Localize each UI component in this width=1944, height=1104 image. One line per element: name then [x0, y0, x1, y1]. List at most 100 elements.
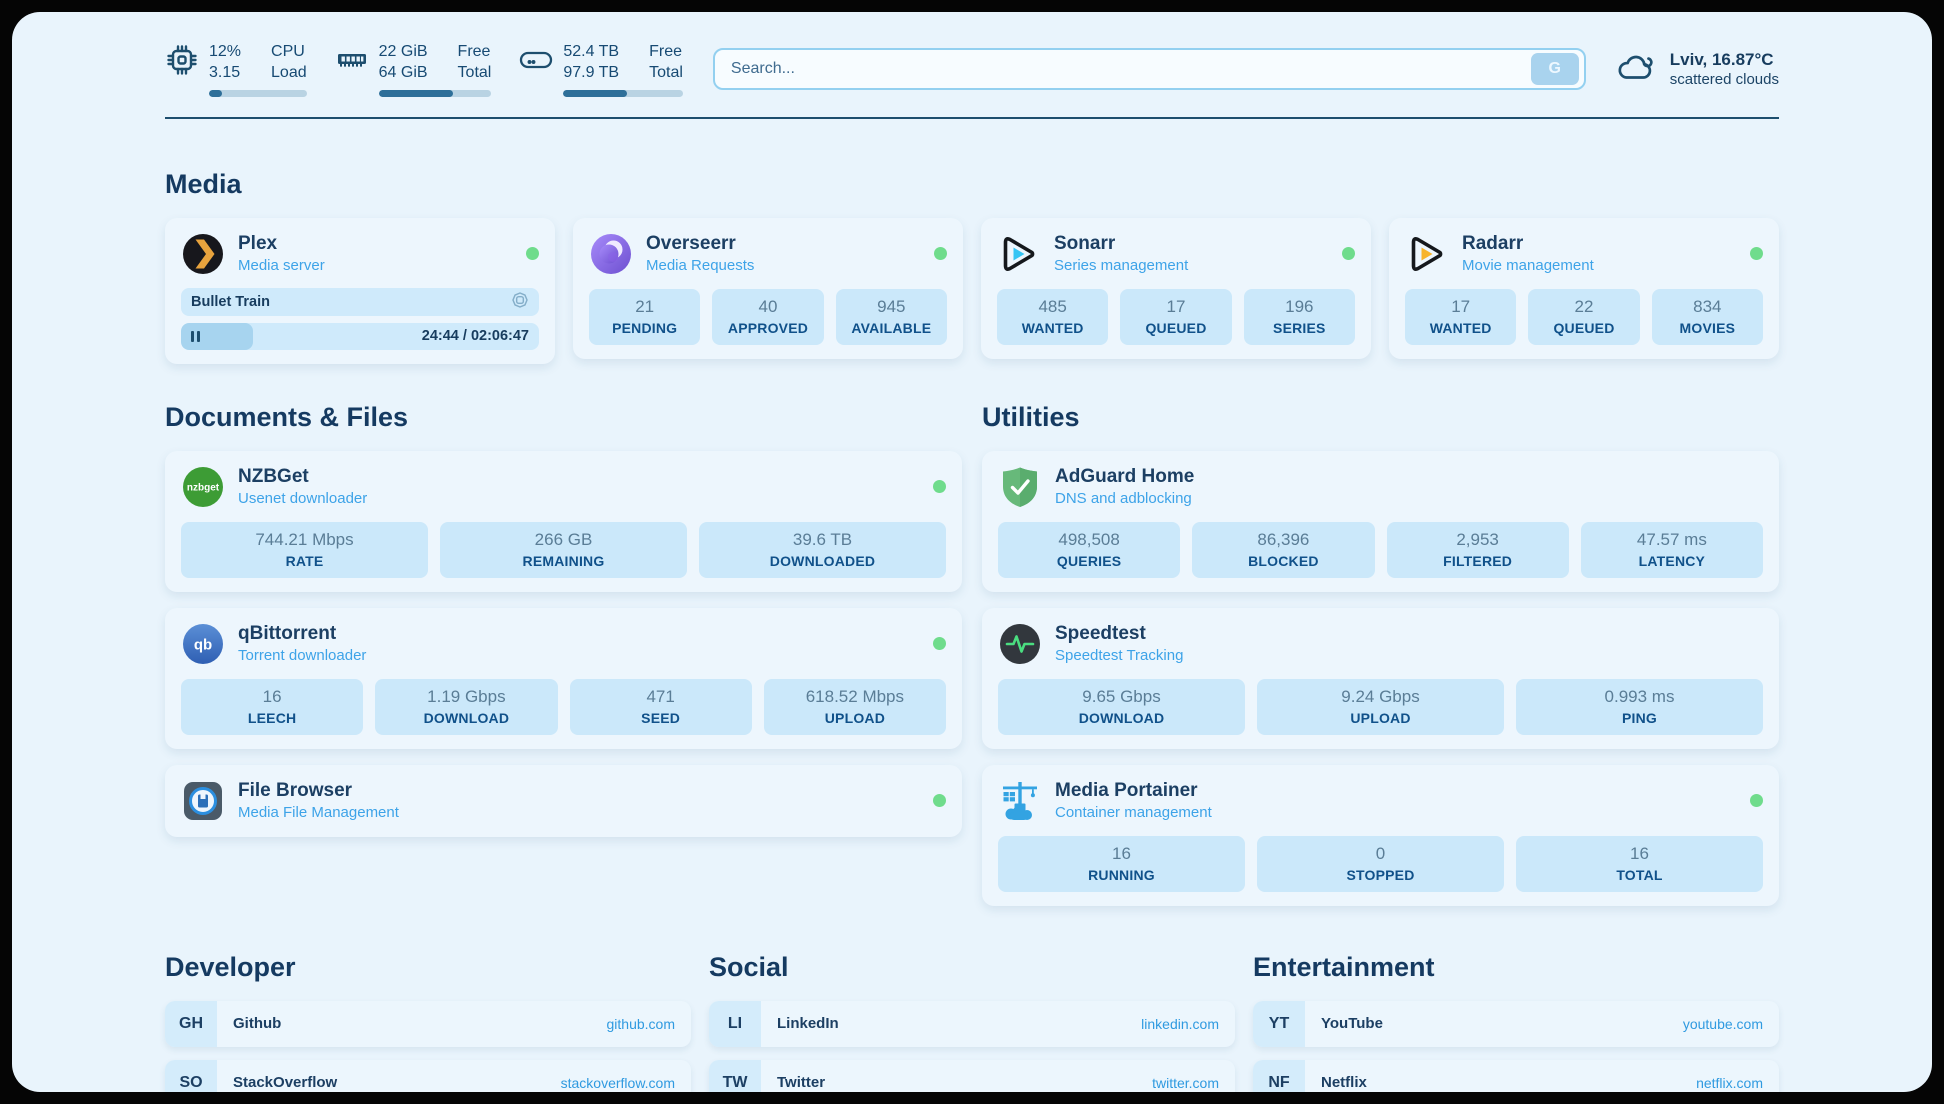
top-bar: 12% 3.15 CPU Load — [165, 42, 1779, 97]
social-links: LI LinkedIn linkedin.com TW Twitter twit… — [709, 1001, 1235, 1092]
nzbget-icon: nzbget — [181, 465, 225, 509]
stat-running-value: 16 — [1002, 844, 1241, 864]
app-card-adguard[interactable]: AdGuard Home DNS and adblocking 498,508 … — [982, 451, 1779, 592]
link-youtube[interactable]: YT YouTube youtube.com — [1253, 1001, 1779, 1047]
svg-text:nzbget: nzbget — [187, 482, 220, 493]
cpu-load-value: 3.15 — [209, 63, 241, 84]
app-card-nzbget[interactable]: nzbget NZBGet Usenet downloader 744.21 M… — [165, 451, 962, 592]
link-netflix[interactable]: NF Netflix netflix.com — [1253, 1060, 1779, 1092]
app-card-overseerr[interactable]: Overseerr Media Requests 21 PENDING 40 A… — [573, 218, 963, 359]
stat-series-label: SERIES — [1248, 320, 1351, 336]
svg-text:qb: qb — [194, 636, 212, 653]
sonarr-titles: Sonarr Series management — [1054, 233, 1329, 274]
stat-total: 16 TOTAL — [1516, 836, 1763, 892]
section-utilities: Utilities AdGuard Home — [982, 402, 1779, 906]
adguard-header: AdGuard Home DNS and adblocking — [998, 465, 1763, 509]
filebrowser-subtitle: Media File Management — [238, 804, 920, 821]
stat-leech-label: LEECH — [185, 710, 359, 726]
youtube-url: youtube.com — [1683, 1016, 1779, 1032]
overseerr-header: Overseerr Media Requests — [589, 232, 947, 276]
cpu-body: 12% 3.15 CPU Load — [209, 42, 307, 97]
stat-series-value: 196 — [1248, 297, 1351, 317]
link-github[interactable]: GH Github github.com — [165, 1001, 691, 1047]
app-card-portainer[interactable]: Media Portainer Container management 16 … — [982, 765, 1779, 906]
ram-free: 22 GiB — [379, 42, 428, 63]
stat-pending-value: 21 — [593, 297, 696, 317]
overseerr-status-dot — [934, 247, 947, 260]
radarr-subtitle: Movie management — [1462, 257, 1737, 274]
section-utilities-title: Utilities — [982, 402, 1779, 433]
section-social: Social LI LinkedIn linkedin.com TW Twitt… — [709, 952, 1235, 1092]
ram-values: 22 GiB 64 GiB — [379, 42, 428, 84]
link-twitter[interactable]: TW Twitter twitter.com — [709, 1060, 1235, 1092]
search-bar[interactable]: G — [713, 48, 1586, 90]
nzbget-status-dot — [933, 480, 946, 493]
weather-location: Lviv, 16.87°C — [1670, 50, 1779, 70]
stat-wanted-value: 17 — [1409, 297, 1512, 317]
portainer-crane-icon — [998, 779, 1042, 823]
sonarr-subtitle: Series management — [1054, 257, 1329, 274]
filebrowser-icon — [181, 779, 225, 823]
portainer-subtitle: Container management — [1055, 804, 1737, 821]
app-card-qbittorrent[interactable]: qb qBittorrent Torrent downloader 16 LEE… — [165, 608, 962, 749]
pause-button[interactable] — [191, 331, 200, 342]
qbittorrent-header: qb qBittorrent Torrent downloader — [181, 622, 946, 666]
dashboard-panel: 12% 3.15 CPU Load — [12, 12, 1932, 1092]
app-card-radarr[interactable]: Radarr Movie management 17 WANTED 22 QUE… — [1389, 218, 1779, 359]
netflix-name: Netflix — [1305, 1074, 1696, 1091]
app-card-plex[interactable]: Plex Media server Bullet Train — [165, 218, 555, 364]
overseerr-title: Overseerr — [646, 233, 921, 255]
stat-ping-value: 0.993 ms — [1520, 687, 1759, 707]
stat-approved-label: APPROVED — [716, 320, 819, 336]
entertainment-links: YT YouTube youtube.com NF Netflix netfli… — [1253, 1001, 1779, 1092]
ram-text: 22 GiB 64 GiB Free Total — [379, 42, 492, 84]
plex-now-playing-title: Bullet Train — [191, 294, 270, 310]
overseerr-stats: 21 PENDING 40 APPROVED 945 AVAILABLE — [589, 289, 947, 345]
stat-rate-label: RATE — [185, 553, 424, 569]
radarr-header: Radarr Movie management — [1405, 232, 1763, 276]
system-resources: 12% 3.15 CPU Load — [165, 42, 683, 97]
stat-latency-label: LATENCY — [1585, 553, 1759, 569]
nzbget-title: NZBGet — [238, 466, 920, 488]
plex-status-dot — [526, 247, 539, 260]
stat-filtered-value: 2,953 — [1391, 530, 1565, 550]
cpu-label-2: Load — [271, 63, 307, 84]
portainer-header: Media Portainer Container management — [998, 779, 1763, 823]
speedtest-stats: 9.65 Gbps DOWNLOAD 9.24 Gbps UPLOAD 0.99… — [998, 679, 1763, 735]
linkedin-name: LinkedIn — [761, 1015, 1141, 1032]
speedtest-pulse-icon — [998, 622, 1042, 666]
qbittorrent-stats: 16 LEECH 1.19 Gbps DOWNLOAD 471 SEED 6 — [181, 679, 946, 735]
disk-body: 52.4 TB 97.9 TB Free Total — [563, 42, 683, 97]
search-engine-button[interactable]: G — [1531, 53, 1579, 85]
ram-label-1: Free — [458, 42, 492, 63]
stat-queries-value: 498,508 — [1002, 530, 1176, 550]
linkedin-badge: LI — [709, 1001, 761, 1047]
ram-label-2: Total — [458, 63, 492, 84]
disk-values: 52.4 TB 97.9 TB — [563, 42, 619, 84]
app-card-sonarr[interactable]: Sonarr Series management 485 WANTED 17 Q… — [981, 218, 1371, 359]
stat-wanted-value: 485 — [1001, 297, 1104, 317]
stat-movies-value: 834 — [1656, 297, 1759, 317]
speedtest-title: Speedtest — [1055, 623, 1763, 645]
section-social-title: Social — [709, 952, 1235, 983]
stat-remaining-value: 266 GB — [444, 530, 683, 550]
stat-wanted-label: WANTED — [1001, 320, 1104, 336]
app-card-filebrowser[interactable]: File Browser Media File Management — [165, 765, 962, 837]
ram-progress-track — [379, 90, 492, 97]
stackoverflow-name: StackOverflow — [217, 1074, 561, 1091]
sonarr-stats: 485 WANTED 17 QUEUED 196 SERIES — [997, 289, 1355, 345]
section-developer-title: Developer — [165, 952, 691, 983]
stat-rate-value: 744.21 Mbps — [185, 530, 424, 550]
portainer-titles: Media Portainer Container management — [1055, 780, 1737, 821]
adguard-titles: AdGuard Home DNS and adblocking — [1055, 466, 1763, 507]
search-input[interactable] — [729, 59, 1531, 79]
speedtest-subtitle: Speedtest Tracking — [1055, 647, 1763, 664]
app-card-speedtest[interactable]: Speedtest Speedtest Tracking 9.65 Gbps D… — [982, 608, 1779, 749]
stat-upload-label: UPLOAD — [1261, 710, 1500, 726]
github-name: Github — [217, 1015, 607, 1032]
stat-leech: 16 LEECH — [181, 679, 363, 735]
section-media: Media Plex Media server — [165, 169, 1779, 364]
link-stackoverflow[interactable]: SO StackOverflow stackoverflow.com — [165, 1060, 691, 1092]
disk-label-1: Free — [649, 42, 683, 63]
link-linkedin[interactable]: LI LinkedIn linkedin.com — [709, 1001, 1235, 1047]
